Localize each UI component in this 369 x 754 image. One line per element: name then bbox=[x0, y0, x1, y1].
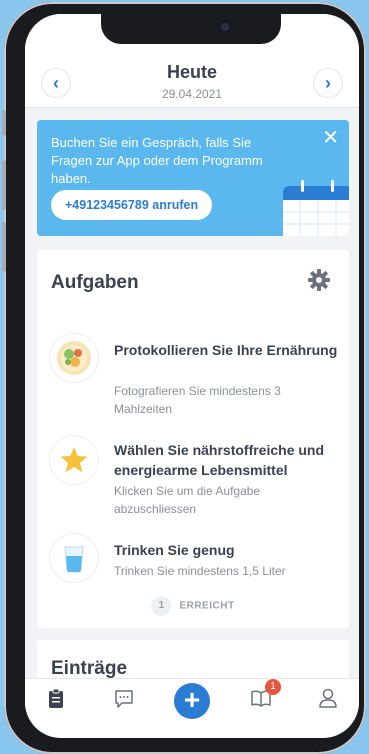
page-title: Heute bbox=[166, 62, 217, 82]
task-subtitle: Fotografieren Sie mindestens 3 Mahlzeite… bbox=[114, 384, 281, 416]
chat-icon[interactable] bbox=[113, 687, 135, 709]
tab-bar: + 1 bbox=[25, 678, 359, 738]
camera bbox=[218, 20, 232, 34]
chevron-right-icon: › bbox=[325, 73, 331, 93]
notch bbox=[101, 14, 281, 44]
phone-side-button bbox=[2, 222, 6, 272]
tasks-title: Aufgaben bbox=[51, 272, 139, 293]
clipboard-icon[interactable] bbox=[45, 687, 67, 709]
profile-icon[interactable] bbox=[317, 687, 339, 709]
food-plate-icon bbox=[50, 334, 98, 382]
tasks-card: Aufgaben Protokollieren Sie Ihre Ernähru… bbox=[37, 250, 349, 628]
phone-side-button bbox=[2, 160, 6, 210]
close-icon[interactable]: ✕ bbox=[322, 128, 339, 148]
task-title: Trinken Sie genug bbox=[114, 542, 235, 558]
plus-icon: + bbox=[183, 684, 201, 715]
app-screen: ‹ Heute 29.04.2021 › Buchen Sie ein Gesp… bbox=[25, 14, 359, 738]
add-button[interactable]: + bbox=[174, 683, 210, 719]
call-button[interactable]: +49123456789 anrufen bbox=[51, 190, 213, 220]
task-title: Protokollieren Sie Ihre Ernährung bbox=[114, 342, 338, 358]
banner-text: Buchen Sie ein Gespräch, falls Sie Frage… bbox=[51, 135, 263, 186]
task-item[interactable]: Protokollieren Sie Ihre Ernährung Fotogr… bbox=[37, 324, 349, 416]
task-subtitle: Klicken Sie um die Aufgabe abzuschliesse… bbox=[114, 484, 261, 516]
reached-counter: 1 ERREICHT bbox=[37, 596, 349, 616]
task-item[interactable]: Wählen Sie nährstoffreiche und energiear… bbox=[37, 426, 349, 516]
task-title: Wählen Sie nährstoffreiche und energiear… bbox=[114, 442, 325, 478]
water-glass-icon bbox=[50, 534, 98, 582]
calendar-icon bbox=[283, 180, 349, 236]
next-day-button[interactable]: › bbox=[313, 68, 343, 98]
call-banner: Buchen Sie ein Gespräch, falls Sie Frage… bbox=[37, 120, 349, 236]
task-subtitle: Trinken Sie mindestens 1,5 Liter bbox=[114, 564, 286, 578]
entries-title: Einträge bbox=[51, 658, 128, 679]
phone-side-button bbox=[2, 110, 6, 136]
star-icon bbox=[50, 436, 98, 484]
notification-badge: 1 bbox=[265, 679, 281, 695]
page-date: 29.04.2021 bbox=[161, 87, 223, 101]
gear-icon[interactable] bbox=[307, 268, 331, 292]
task-item[interactable]: Trinken Sie genug Trinken Sie mindestens… bbox=[37, 524, 349, 588]
reached-count: 1 bbox=[151, 596, 172, 616]
reached-label: ERREICHT bbox=[179, 600, 235, 612]
